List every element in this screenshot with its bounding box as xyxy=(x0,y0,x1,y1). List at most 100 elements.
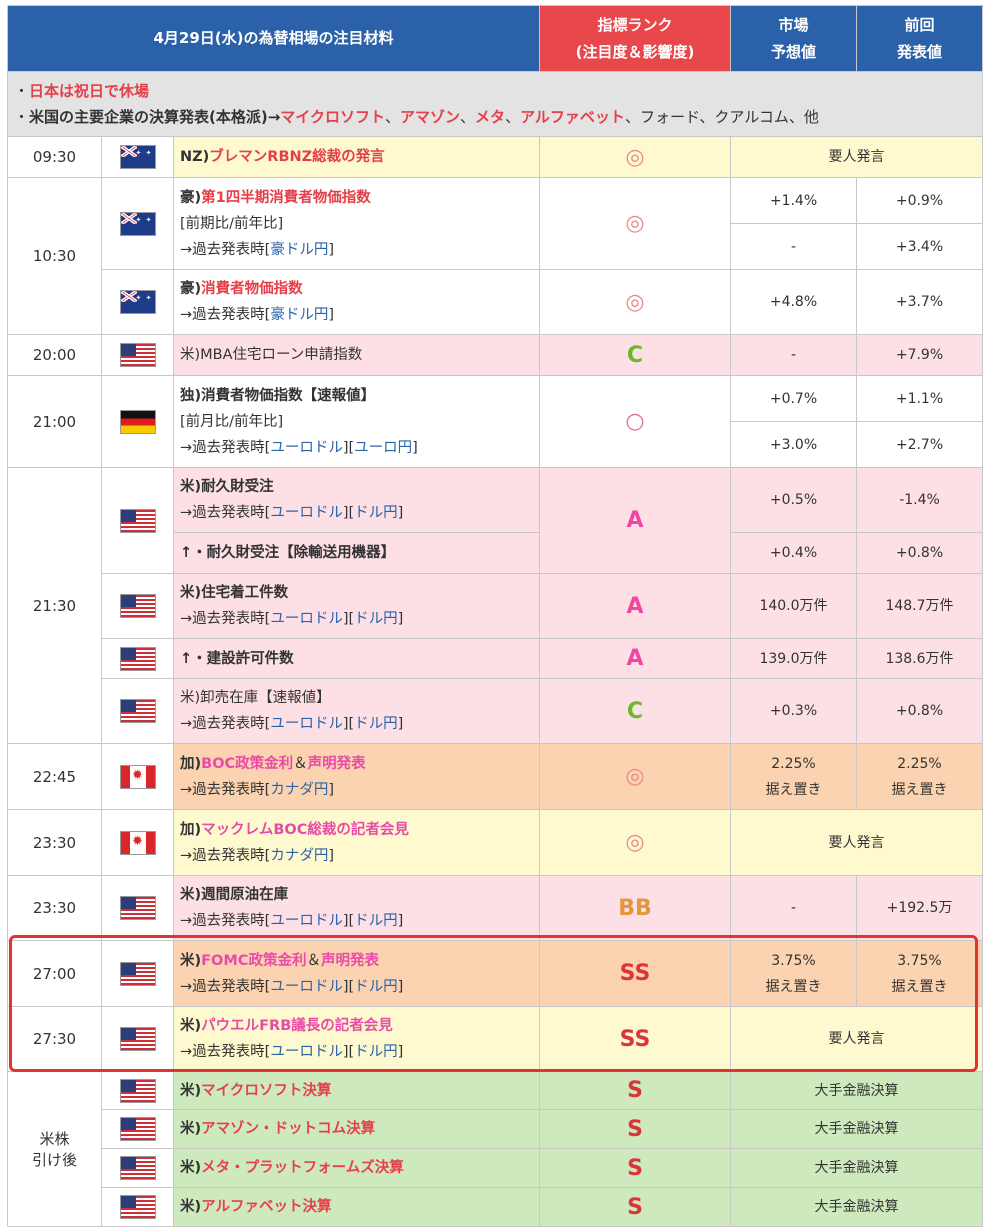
event-time: 21:30 xyxy=(7,467,102,744)
us-flag-icon xyxy=(119,1027,156,1051)
forecast-value: +0.3% xyxy=(730,678,857,744)
link-usd-jpy[interactable]: ドル円 xyxy=(354,716,398,732)
us-flag-icon xyxy=(119,1156,156,1180)
event-name: 米)卸売在庫【速報値】 →過去発表時[ユーロドル][ドル円] xyxy=(173,678,540,744)
link-eur-usd[interactable]: ユーロドル xyxy=(270,913,343,929)
event-name: 米)耐久財受注 →過去発表時[ユーロドル][ドル円] xyxy=(173,467,540,533)
us-flag-icon xyxy=(119,1078,156,1103)
event-name: 米)FOMC政策金利＆声明発表 →過去発表時[ユーロドル][ドル円] xyxy=(173,940,540,1007)
event-row: 10:30 豪)第1四半期消費者物価指数 [前期比/前年比] →過去発表時[豪ド… xyxy=(7,177,983,335)
earnings-row: 米)アルファベット決算 S 大手金融決算 xyxy=(7,1187,983,1227)
event-name: 加)BOC政策金利＆声明発表 →過去発表時[カナダ円] xyxy=(173,743,540,810)
link-eur-usd[interactable]: ユーロドル xyxy=(270,505,343,521)
rank-badge: ◎ xyxy=(539,743,731,810)
us-flag-icon xyxy=(119,594,156,618)
forecast-value: +1.4% xyxy=(730,177,857,224)
link-eur-usd[interactable]: ユーロドル xyxy=(270,979,343,995)
rank-badge: A xyxy=(539,467,731,574)
previous-value: 3.75% 据え置き xyxy=(856,940,983,1007)
rank-badge: SS xyxy=(539,1006,731,1072)
link-eur-usd[interactable]: ユーロドル xyxy=(270,611,343,627)
link-eur-usd[interactable]: ユーロドル xyxy=(270,1044,343,1060)
event-time: 22:45 xyxy=(7,743,102,810)
event-name: 豪)消費者物価指数 →過去発表時[豪ドル円] xyxy=(173,269,540,335)
forecast-value: +0.7% xyxy=(730,375,857,422)
event-name: 米)メタ・プラットフォームズ決算 xyxy=(173,1148,540,1188)
link-usd-jpy[interactable]: ドル円 xyxy=(354,611,398,627)
earnings-label: 大手金融決算 xyxy=(730,1148,983,1188)
earnings-row: 米株 引け後 米)マイクロソフト決算 S 大手金融決算 xyxy=(7,1071,983,1227)
previous-value: +7.9% xyxy=(856,334,983,376)
event-time: 21:00 xyxy=(7,375,102,468)
forecast-value: +3.0% xyxy=(730,421,857,468)
event-name: 米)マイクロソフト決算 xyxy=(173,1071,540,1110)
event-row: 豪)消費者物価指数 →過去発表時[豪ドル円] ◎ +4.8% +3.7% xyxy=(8,269,983,335)
link-cad-jpy[interactable]: カナダ円 xyxy=(270,848,328,864)
rank-badge: C xyxy=(539,678,731,744)
link-eur-usd[interactable]: ユーロドル xyxy=(270,440,343,456)
rank-badge: SS xyxy=(539,940,731,1007)
header-row: 4月29日(水)の為替相場の注目材料 指標ランク (注目度＆影響度) 市場 予想値 … xyxy=(7,5,983,72)
link-eur-usd[interactable]: ユーロドル xyxy=(270,716,343,732)
previous-value: -1.4% xyxy=(856,467,983,533)
rank-badge: ◎ xyxy=(539,177,731,270)
event-row: 21:30 米)耐久財受注 →過去発表時[ユーロドル][ドル円] A +0.5%… xyxy=(7,467,983,744)
rank-badge: A xyxy=(539,638,731,679)
event-row: 22:45 加)BOC政策金利＆声明発表 →過去発表時[カナダ円] ◎ 2.25… xyxy=(7,743,983,810)
rank-badge: ○ xyxy=(539,375,731,468)
rank-header: 指標ランク (注目度＆影響度) xyxy=(539,5,731,72)
forecast-value: 2.25% 据え置き xyxy=(730,743,857,810)
event-row-powell: 27:30 米)パウエルFRB議長の記者会見 →過去発表時[ユーロドル][ドル円… xyxy=(7,1006,983,1072)
earnings-row: 米)アマゾン・ドットコム決算 S 大手金融決算 xyxy=(7,1109,983,1149)
rank-badge: S xyxy=(539,1071,731,1110)
previous-value: +0.8% xyxy=(856,678,983,744)
event-row-fomc: 27:00 米)FOMC政策金利＆声明発表 →過去発表時[ユーロドル][ドル円]… xyxy=(7,940,983,1007)
event-name: 米)パウエルFRB議長の記者会見 →過去発表時[ユーロドル][ドル円] xyxy=(173,1006,540,1072)
australia-flag-icon xyxy=(119,211,156,236)
event-time: 23:30 xyxy=(7,875,102,941)
link-usd-jpy[interactable]: ドル円 xyxy=(354,505,398,521)
event-name: 豪)第1四半期消費者物価指数 [前期比/前年比] →過去発表時[豪ドル円] xyxy=(173,177,540,270)
us-flag-icon xyxy=(119,1195,156,1219)
forecast-value: - xyxy=(730,223,857,270)
event-name: NZ)ブレマンRBNZ総裁の発言 xyxy=(173,136,540,178)
event-name: 米)アルファベット決算 xyxy=(173,1187,540,1227)
rank-badge: BB xyxy=(539,875,731,941)
event-time: 10:30 xyxy=(7,177,102,335)
event-name: 米)アマゾン・ドットコム決算 xyxy=(173,1109,540,1149)
event-row: 23:30 加)マックレムBOC総裁の記者会見 →過去発表時[カナダ円] ◎ 要… xyxy=(7,809,983,876)
forecast-value: - xyxy=(730,334,857,376)
link-eur-jpy[interactable]: ユーロ円 xyxy=(354,440,412,456)
previous-value: +0.9% xyxy=(856,177,983,224)
previous-value: 2.25% 据え置き xyxy=(856,743,983,810)
economic-calendar-table: 4月29日(水)の為替相場の注目材料 指標ランク (注目度＆影響度) 市場 予想値 … xyxy=(7,5,983,1227)
canada-flag-icon xyxy=(119,830,156,855)
event-row: 23:30 米)週間原油在庫 →過去発表時[ユーロドル][ドル円] BB - +… xyxy=(7,875,983,941)
australia-flag-icon xyxy=(119,290,156,314)
link-aud-jpy[interactable]: 豪ドル円 xyxy=(270,307,328,323)
previous-value: +3.4% xyxy=(856,223,983,270)
earnings-label: 大手金融決算 xyxy=(730,1109,983,1149)
link-cad-jpy[interactable]: カナダ円 xyxy=(270,782,328,798)
event-time: 27:00 xyxy=(7,940,102,1007)
link-usd-jpy[interactable]: ドル円 xyxy=(354,1044,398,1060)
event-time: 20:00 xyxy=(7,334,102,376)
speech-label: 要人発言 xyxy=(730,136,983,178)
link-usd-jpy[interactable]: ドル円 xyxy=(354,913,398,929)
market-notes: ・日本は祝日で休場 ・米国の主要企業の決算発表(本格派)→マイクロソフト、アマゾ… xyxy=(7,71,983,137)
previous-value: 148.7万件 xyxy=(856,573,983,639)
earnings-label: 大手金融決算 xyxy=(730,1187,983,1227)
link-aud-jpy[interactable]: 豪ドル円 xyxy=(270,242,328,258)
event-name: 加)マックレムBOC総裁の記者会見 →過去発表時[カナダ円] xyxy=(173,809,540,876)
us-flag-icon xyxy=(119,343,156,367)
calendar-title: 4月29日(水)の為替相場の注目材料 xyxy=(7,5,540,72)
event-time: 09:30 xyxy=(7,136,102,178)
event-time: 27:30 xyxy=(7,1006,102,1072)
us-flag-icon xyxy=(119,896,156,920)
event-name: ↑・耐久財受注【除輸送用機器】 xyxy=(173,532,540,574)
event-row: 09:30 NZ)ブレマンRBNZ総裁の発言 ◎ 要人発言 xyxy=(7,136,983,178)
notes-row: ・日本は祝日で休場 ・米国の主要企業の決算発表(本格派)→マイクロソフト、アマゾ… xyxy=(7,71,983,137)
event-row: 米)卸売在庫【速報値】 →過去発表時[ユーロドル][ドル円] C +0.3% +… xyxy=(7,678,983,744)
rank-badge: S xyxy=(539,1148,731,1188)
link-usd-jpy[interactable]: ドル円 xyxy=(354,979,398,995)
